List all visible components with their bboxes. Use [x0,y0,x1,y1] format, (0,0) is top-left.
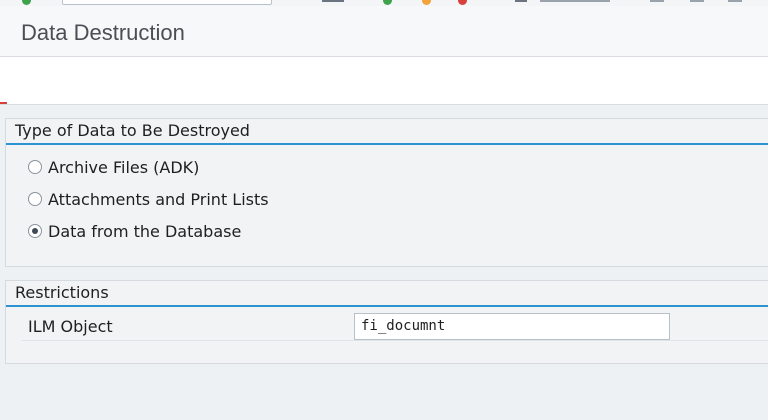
radio-label: Data from the Database [48,221,242,241]
layout-icon[interactable] [690,0,704,2]
radio-label: Archive Files (ADK) [48,157,200,177]
cancel-icon[interactable] [458,0,467,5]
radio-archive-files[interactable]: Archive Files (ADK) [28,156,199,178]
radio-button-icon[interactable] [28,192,42,206]
radio-data-from-database[interactable]: Data from the Database [28,220,241,242]
group-title: Restrictions [15,283,109,302]
ilm-object-input[interactable]: fi_documnt [354,313,670,340]
page-title: Data Destruction [21,20,185,45]
ilm-object-label: ILM Object [28,317,113,336]
type-of-data-group: Type of Data to Be Destroyed Archive Fil… [5,118,768,267]
radio-attachments-print-lists[interactable]: Attachments and Print Lists [28,188,269,210]
title-bar: Data Destruction [0,6,768,57]
radio-label: Attachments and Print Lists [48,189,269,209]
status-green-icon[interactable] [22,0,31,5]
group-header: Type of Data to Be Destroyed [6,119,768,145]
save-icon[interactable] [322,0,344,2]
command-field[interactable] [62,0,272,5]
application-toolbar [0,57,768,105]
back-icon[interactable] [383,0,392,5]
print-icon[interactable] [515,0,527,2]
find-icons[interactable] [540,0,610,2]
radio-button-selected-icon[interactable] [28,224,42,238]
group-header: Restrictions [6,281,768,307]
row-divider [22,340,768,341]
restrictions-group: Restrictions ILM Object fi_documnt [5,280,768,364]
radio-button-icon[interactable] [28,160,42,174]
group-title: Type of Data to Be Destroyed [15,121,250,140]
window-icon[interactable] [650,0,664,2]
focus-marker [0,102,7,104]
help-icon[interactable] [728,0,742,2]
exit-icon[interactable] [422,0,431,5]
